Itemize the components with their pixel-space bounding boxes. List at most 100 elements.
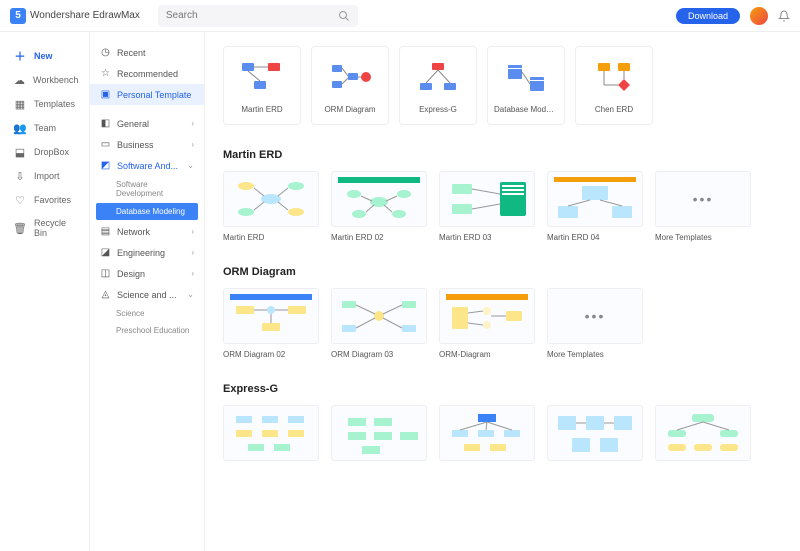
briefcase-icon: ▭ [100,139,111,150]
cat-label: Database Model Di... [494,105,558,114]
section-title-orm: ORM Diagram [223,266,782,278]
logo-icon: 5 [10,8,26,24]
template-label: Martin ERD [223,233,319,242]
nav-network[interactable]: ▤ Network › [90,221,204,242]
sidebar-item-workbench[interactable]: ☁ Workbench [0,68,89,92]
cat-thumb [414,57,462,97]
nav-sub-preschool[interactable]: Preschool Education [90,322,204,339]
app-name: Wondershare EdrawMax [30,10,140,21]
sidebar-item-templates[interactable]: ▦ Templates [0,92,89,116]
template-card-more[interactable]: ••• More Templates [655,171,751,242]
template-thumb [331,171,427,227]
chevron-right-icon: › [191,140,194,149]
sidebar-item-dropbox[interactable]: ⬓ DropBox [0,140,89,164]
sidebar-item-new[interactable]: ＋ New [0,44,89,68]
box-icon: ⬓ [14,146,26,158]
nav-software[interactable]: ◩ Software And... ⌄ [90,155,204,176]
doc-icon: ◧ [100,118,111,129]
science-icon: ◬ [100,289,111,300]
nav-recommended[interactable]: ☆ Recommended [90,63,204,84]
cloud-icon: ☁ [14,74,25,86]
cat-thumb [238,57,286,97]
template-card[interactable]: Martin ERD 02 [331,171,427,242]
template-card[interactable]: Martin ERD 04 [547,171,643,242]
template-card[interactable] [547,405,643,467]
template-label: More Templates [547,350,643,359]
nav-recent[interactable]: ◷ Recent [90,42,204,63]
nav-personal-template[interactable]: ▣ Personal Template [90,84,204,105]
template-card[interactable] [331,405,427,467]
nav-business[interactable]: ▭ Business › [90,134,204,155]
main-content: Martin ERD ORM Diagram Express-G Databas… [205,32,800,551]
template-label: Martin ERD 03 [439,233,535,242]
nav-label: General [117,119,149,129]
network-icon: ▤ [100,226,111,237]
template-thumb [331,405,427,461]
sidebar-item-favorites[interactable]: ♡ Favorites [0,188,89,212]
folder-icon: ▣ [100,89,111,100]
clock-icon: ◷ [100,47,111,58]
nav-sub-science[interactable]: Science [90,305,204,322]
nav-label: Recommended [117,69,178,79]
chevron-down-icon: ⌄ [187,290,194,299]
template-card[interactable] [655,405,751,467]
chevron-right-icon: › [191,227,194,236]
template-thumb [223,405,319,461]
cat-label: ORM Diagram [318,105,382,114]
cat-thumb [502,57,550,97]
sidebar: ＋ New ☁ Workbench ▦ Templates 👥 Team ⬓ D… [0,32,90,551]
template-thumb [547,171,643,227]
chevron-right-icon: › [191,248,194,257]
cat-card-express-g[interactable]: Express-G [399,46,477,125]
nav-sub-database-modeling[interactable]: Database Modeling [96,203,198,220]
search-icon[interactable] [338,10,350,22]
category-cards-row: Martin ERD ORM Diagram Express-G Databas… [223,46,782,125]
nav-general[interactable]: ◧ General › [90,113,204,134]
template-card[interactable]: Martin ERD [223,171,319,242]
template-card-more[interactable]: ••• More Templates [547,288,643,359]
nav-label: Software And... [117,161,178,171]
template-card[interactable]: ORM-Diagram [439,288,535,359]
section-title-express-g: Express-G [223,383,782,395]
template-label: ORM Diagram 02 [223,350,319,359]
app-logo[interactable]: 5 Wondershare EdrawMax [10,8,140,24]
cat-card-chen-erd[interactable]: Chen ERD [575,46,653,125]
cat-card-orm[interactable]: ORM Diagram [311,46,389,125]
template-label: ORM-Diagram [439,350,535,359]
template-card[interactable]: ORM Diagram 02 [223,288,319,359]
template-row-express-g [223,405,782,467]
star-icon: ☆ [100,68,111,79]
search-box[interactable] [158,5,358,27]
nav-engineering[interactable]: ◪ Engineering › [90,242,204,263]
nav-label: Personal Template [117,90,191,100]
template-row-martin-erd: Martin ERD Martin ERD 02 Martin ERD 03 M… [223,171,782,242]
sidebar-item-recycle-bin[interactable]: 🗑 Recycle Bin [0,212,89,244]
nav-label: Network [117,227,150,237]
template-thumb [223,171,319,227]
section-title-martin-erd: Martin ERD [223,149,782,161]
cat-label: Express-G [406,105,470,114]
nav-science[interactable]: ◬ Science and ... ⌄ [90,284,204,305]
nav-design[interactable]: ◫ Design › [90,263,204,284]
template-card[interactable] [223,405,319,467]
search-input[interactable] [166,10,338,21]
template-row-orm: ORM Diagram 02 ORM Diagram 03 ORM-Diagra… [223,288,782,359]
cat-card-martin-erd[interactable]: Martin ERD [223,46,301,125]
nav-label: Business [117,140,154,150]
template-card[interactable] [439,405,535,467]
sidebar-item-team[interactable]: 👥 Team [0,116,89,140]
sidebar-item-import[interactable]: ⇩ Import [0,164,89,188]
notifications-icon[interactable] [778,10,790,22]
cat-card-dbmodel[interactable]: Database Model Di... [487,46,565,125]
import-icon: ⇩ [14,170,26,182]
trash-icon: 🗑 [14,222,26,234]
header-right: Download [676,7,790,25]
template-thumb [547,405,643,461]
template-card[interactable]: Martin ERD 03 [439,171,535,242]
download-button[interactable]: Download [676,8,740,24]
chevron-down-icon: ⌄ [187,161,194,170]
template-card[interactable]: ORM Diagram 03 [331,288,427,359]
more-icon: ••• [547,288,643,344]
avatar[interactable] [750,7,768,25]
nav-sub-software-dev[interactable]: Software Development [90,176,204,202]
